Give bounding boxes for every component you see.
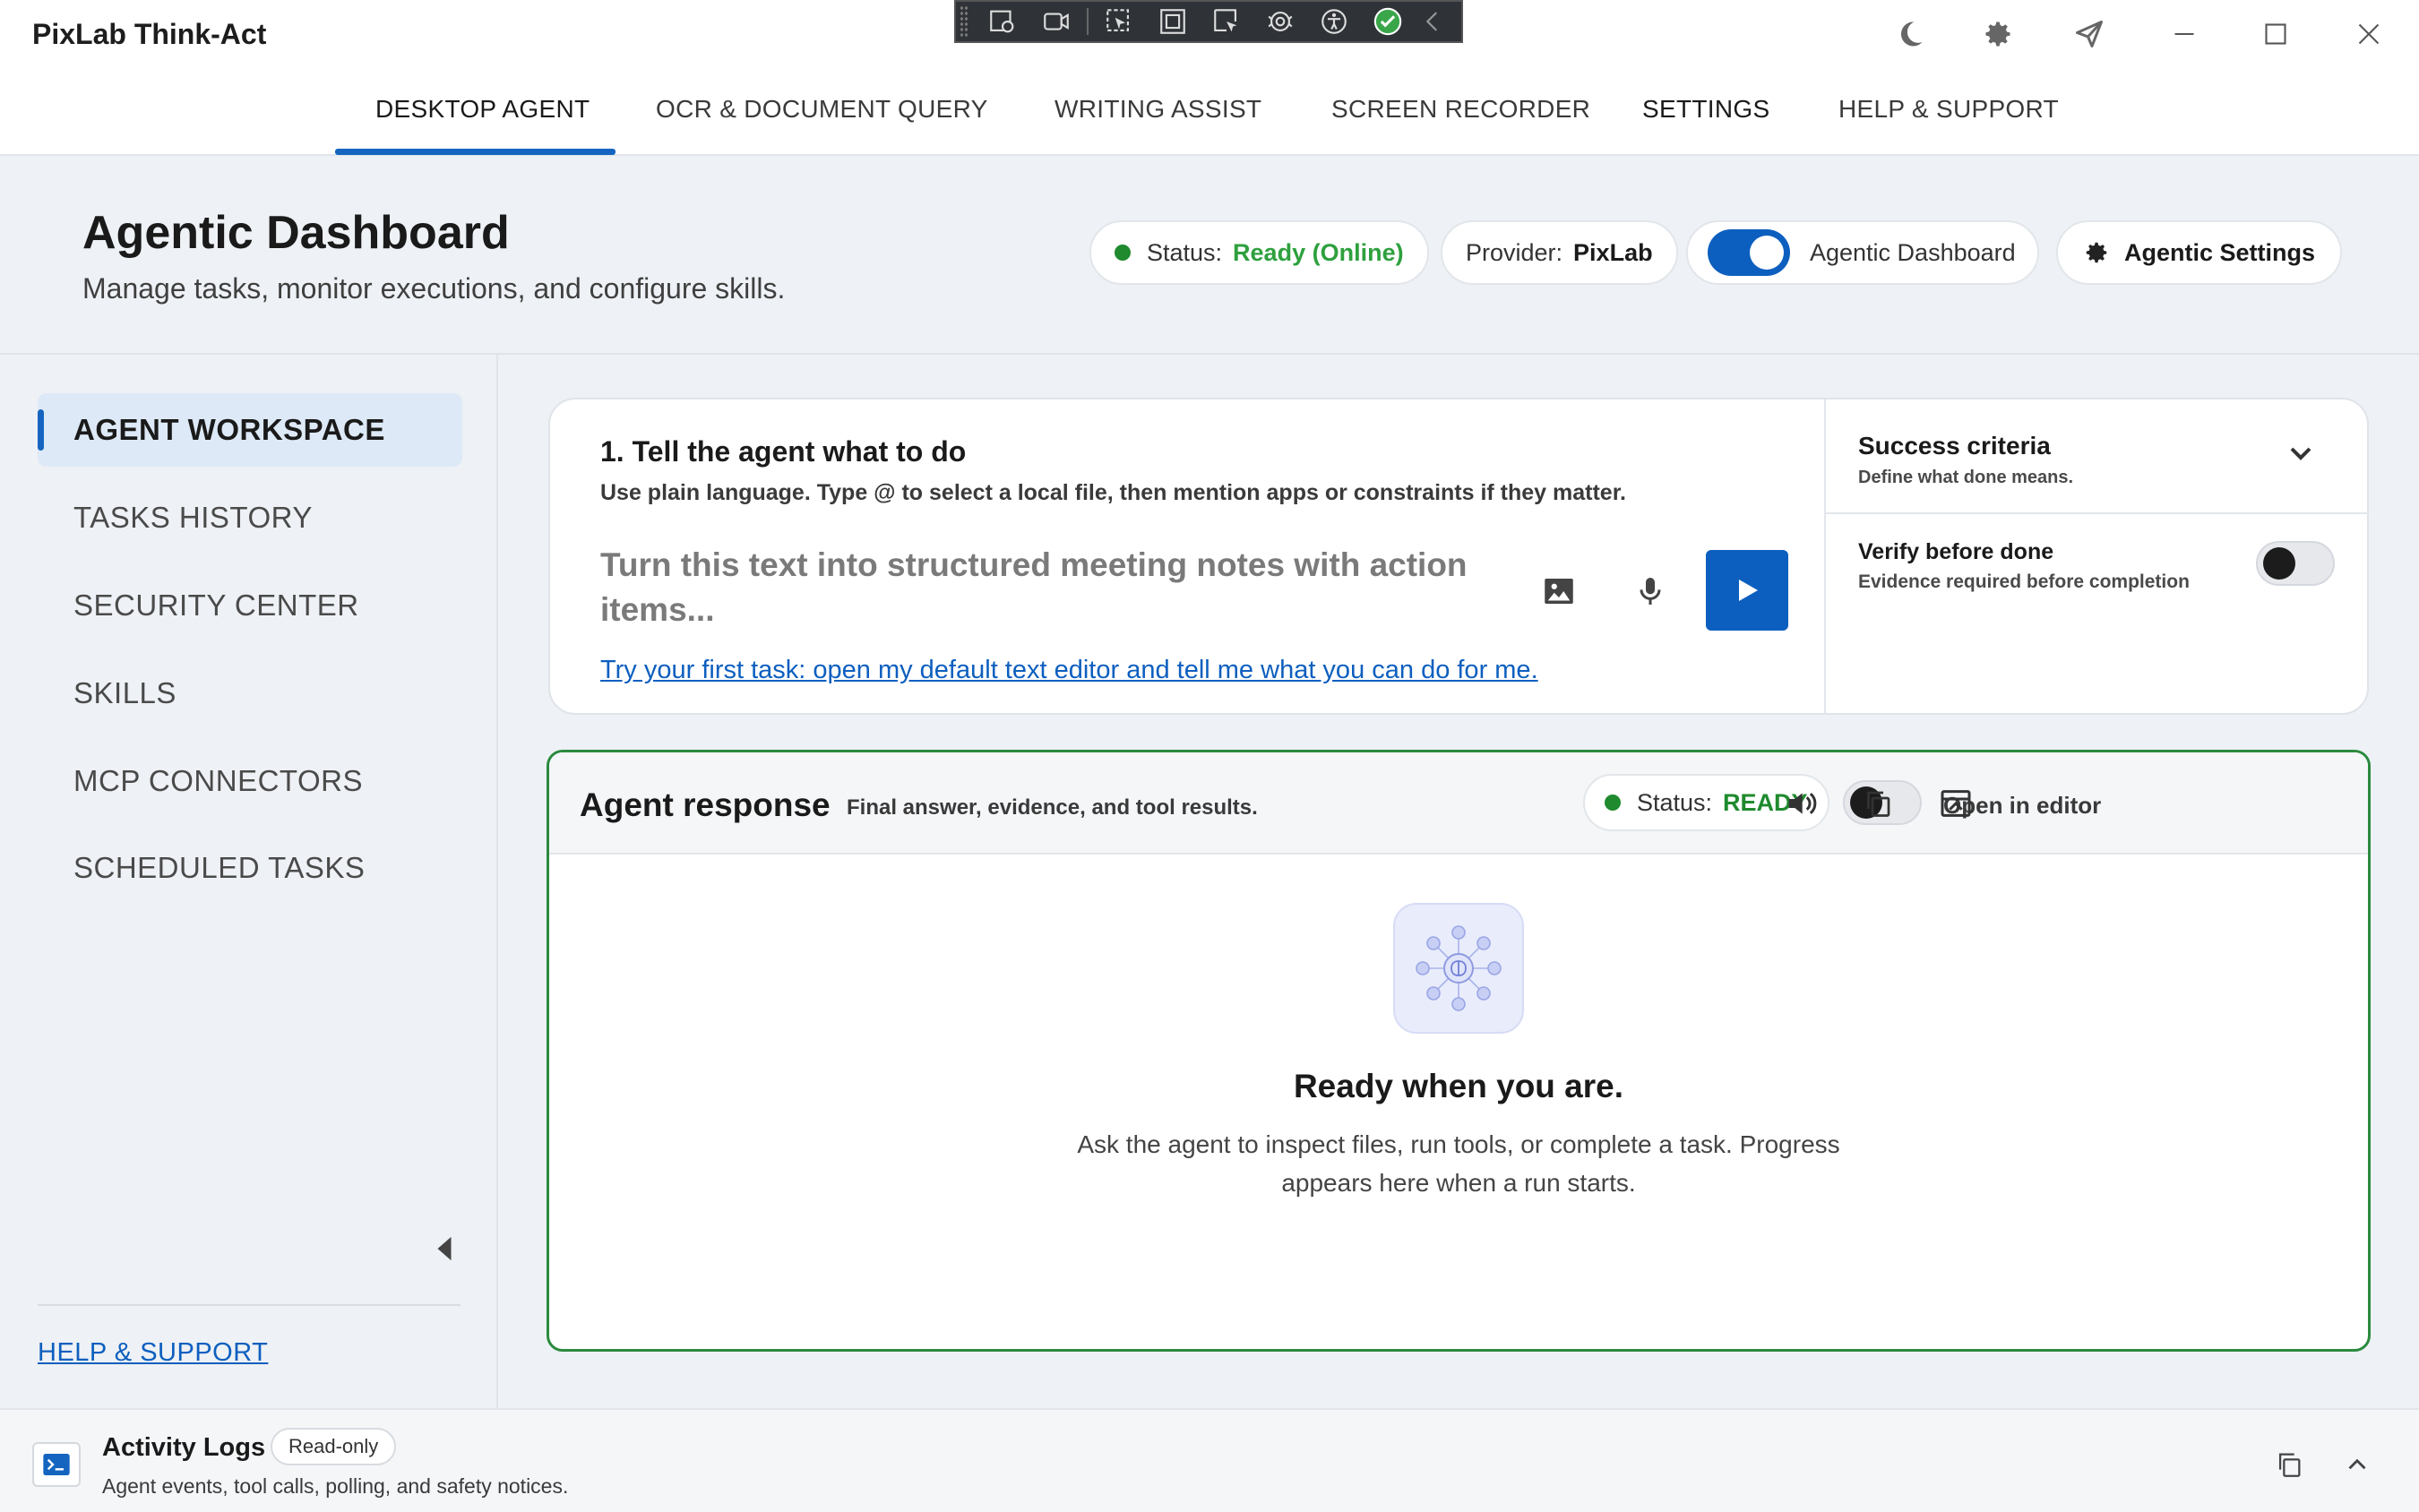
sidebar-item-skills[interactable]: SKILLS: [38, 657, 462, 730]
sidebar-item-label: TASKS HISTORY: [73, 501, 313, 534]
status-label: Status:: [1637, 788, 1713, 816]
read-only-badge: Read-only: [271, 1428, 397, 1465]
empty-state-body: Ask the agent to inspect files, run tool…: [1077, 1130, 1840, 1197]
tab-settings[interactable]: SETTINGS: [1642, 95, 1769, 124]
provider-value: PixLab: [1573, 238, 1653, 266]
chevron-up-icon[interactable]: [2335, 1442, 2380, 1487]
sidebar-item-label: SKILLS: [73, 676, 176, 709]
tab-desktop-agent[interactable]: DESKTOP AGENT: [375, 95, 590, 124]
agentic-dashboard-toggle-label: Agentic Dashboard: [1810, 238, 2016, 266]
accessibility-icon[interactable]: [1307, 2, 1361, 41]
response-subtitle: Final answer, evidence, and tool results…: [847, 795, 1258, 820]
toolbar-separator: [1087, 8, 1089, 35]
sidebar-item-tasks-history[interactable]: TASKS HISTORY: [38, 481, 462, 554]
success-criteria-title[interactable]: Success criteria: [1858, 432, 2051, 460]
speaker-icon[interactable]: [1777, 779, 1825, 828]
video-record-icon[interactable]: [1029, 2, 1083, 41]
task-card: 1. Tell the agent what to do Use plain l…: [548, 398, 2369, 715]
top-nav: DESKTOP AGENT OCR & DOCUMENT QUERY WRITI…: [0, 68, 2419, 156]
verify-before-done-switch[interactable]: [2256, 541, 2335, 586]
microphone-icon[interactable]: [1623, 564, 1677, 618]
agentic-dashboard-switch[interactable]: [1708, 229, 1790, 276]
gear-icon: [2086, 242, 2107, 263]
activity-logs-title: Activity Logs: [102, 1433, 266, 1462]
provider-label: Provider:: [1466, 238, 1563, 266]
gear-icon[interactable]: [1969, 13, 2027, 56]
app-title: PixLab Think-Act: [32, 18, 267, 50]
collapse-left-icon[interactable]: [1415, 2, 1451, 41]
status-dot: [1115, 245, 1131, 261]
moon-icon[interactable]: [1881, 13, 1939, 56]
terminal-icon: [32, 1442, 81, 1487]
play-icon: [1739, 580, 1758, 601]
sidebar-item-mcp-connectors[interactable]: MCP CONNECTORS: [38, 744, 462, 818]
run-task-button[interactable]: [1706, 550, 1788, 631]
verify-subtitle: Evidence required before completion: [1858, 571, 2190, 592]
activity-logs-bar[interactable]: Activity Logs Read-only Agent events, to…: [0, 1408, 2419, 1512]
activity-logs-subtitle: Agent events, tool calls, polling, and s…: [102, 1474, 569, 1498]
page-subtitle: Manage tasks, monitor executions, and co…: [82, 272, 786, 305]
sidebar-item-label: AGENT WORKSPACE: [73, 413, 385, 446]
sidebar-item-label: MCP CONNECTORS: [73, 764, 363, 797]
criteria-divider: [1826, 512, 2369, 514]
sidebar-item-label: SCHEDULED TASKS: [73, 851, 366, 884]
sidebar-help-link[interactable]: HELP & SUPPORT: [38, 1338, 268, 1368]
dashboard-header: Agentic Dashboard Manage tasks, monitor …: [0, 156, 2419, 355]
provider-pill: Provider: PixLab: [1441, 220, 1678, 285]
expand-panel-icon[interactable]: [1932, 779, 1980, 828]
tab-writing-assist[interactable]: WRITING ASSIST: [1055, 95, 1261, 124]
task-hint: Use plain language. Type @ to select a l…: [600, 480, 1627, 505]
status-label: Status:: [1147, 238, 1223, 266]
task-heading: 1. Tell the agent what to do: [600, 435, 967, 468]
agentic-settings-label: Agentic Settings: [2124, 238, 2316, 266]
copy-logs-icon[interactable]: [2267, 1442, 2311, 1487]
page-title: Agentic Dashboard: [82, 207, 510, 259]
send-icon[interactable]: [2061, 13, 2118, 56]
response-title: Agent response: [580, 786, 831, 823]
sidebar-item-agent-workspace[interactable]: AGENT WORKSPACE: [38, 393, 462, 467]
status-dot: [1605, 795, 1621, 811]
capture-region-icon[interactable]: [976, 2, 1029, 41]
image-icon[interactable]: [1532, 564, 1586, 618]
agentic-settings-button[interactable]: Agentic Settings: [2056, 220, 2343, 285]
floating-toolbar: [954, 0, 1463, 43]
task-input[interactable]: [600, 543, 1532, 641]
verify-title: Verify before done: [1858, 539, 2054, 564]
active-tab-indicator: [335, 149, 616, 155]
empty-state-title: Ready when you are.: [1293, 1068, 1624, 1104]
brain-network-icon: [1393, 903, 1524, 1034]
status-value: Ready (Online): [1233, 238, 1404, 266]
tab-ocr-document-query[interactable]: OCR & DOCUMENT QUERY: [656, 95, 988, 124]
sidebar: AGENT WORKSPACE TASKS HISTORY SECURITY C…: [0, 355, 498, 1408]
drag-handle[interactable]: [960, 5, 968, 38]
close-icon[interactable]: [2340, 13, 2397, 56]
sidebar-divider: [38, 1304, 461, 1306]
success-criteria-subtitle: Define what done means.: [1858, 468, 2074, 487]
collapse-sidebar-icon[interactable]: [432, 1231, 457, 1267]
first-task-link[interactable]: Try your first task: open my default tex…: [600, 656, 1538, 685]
agent-response-card: Agent response Final answer, evidence, a…: [547, 750, 2371, 1352]
frame-icon[interactable]: [1146, 2, 1200, 41]
agentic-dashboard-toggle-pill[interactable]: Agentic Dashboard: [1686, 220, 2039, 285]
pointer-region-icon[interactable]: [1200, 2, 1253, 41]
select-pointer-icon[interactable]: [1092, 2, 1146, 41]
tab-help-support[interactable]: HELP & SUPPORT: [1838, 95, 2059, 124]
sidebar-item-scheduled-tasks[interactable]: SCHEDULED TASKS: [38, 831, 462, 905]
brain-gears-icon[interactable]: [1253, 2, 1307, 41]
copy-icon[interactable]: [1854, 779, 1902, 828]
chevron-down-icon[interactable]: [2283, 435, 2319, 471]
tab-screen-recorder[interactable]: SCREEN RECORDER: [1331, 95, 1590, 124]
check-circle-icon[interactable]: [1361, 2, 1415, 41]
sidebar-item-label: SECURITY CENTER: [73, 588, 359, 622]
response-header: Agent response Final answer, evidence, a…: [549, 752, 2368, 855]
maximize-icon[interactable]: [2247, 13, 2304, 56]
minimize-icon[interactable]: [2156, 13, 2213, 56]
card-divider: [1824, 399, 1826, 713]
status-pill: Status: Ready (Online): [1089, 220, 1429, 285]
sidebar-item-security-center[interactable]: SECURITY CENTER: [38, 569, 462, 642]
